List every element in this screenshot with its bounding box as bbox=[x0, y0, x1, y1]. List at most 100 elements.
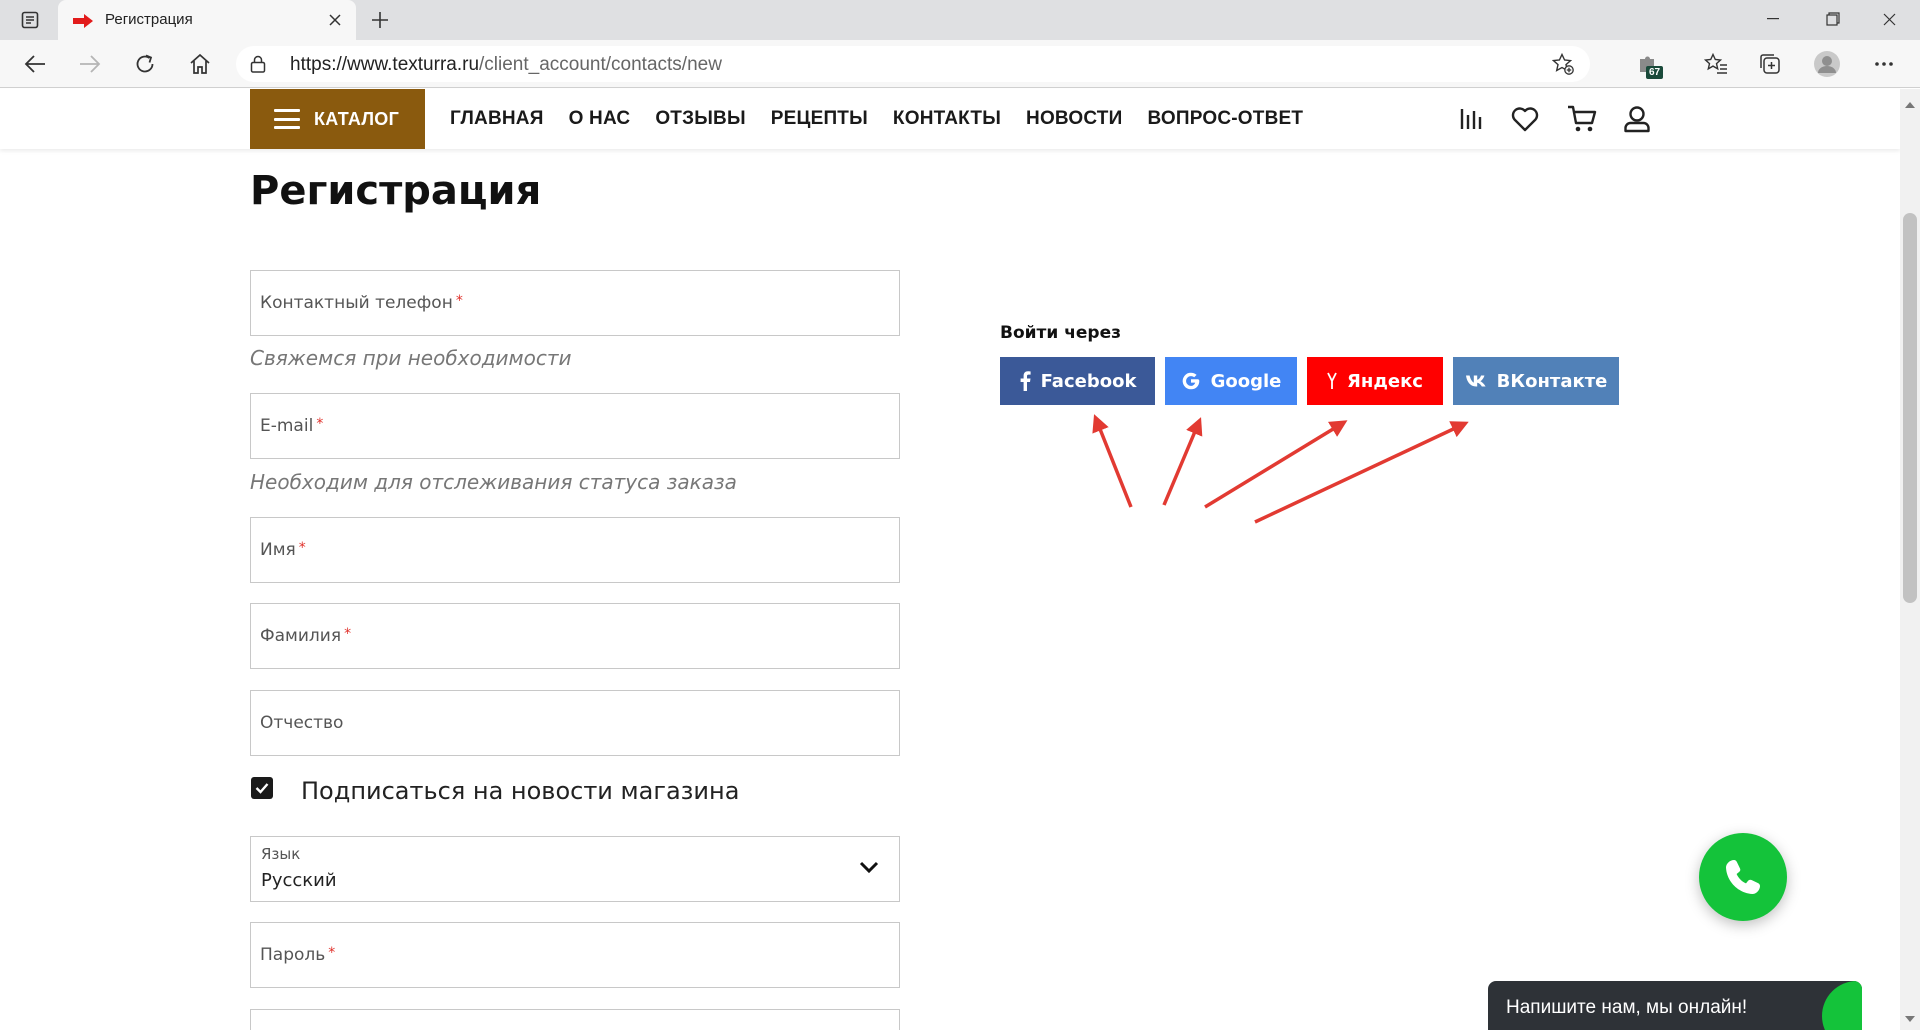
collections-icon[interactable] bbox=[1756, 50, 1784, 78]
language-label: Язык bbox=[261, 845, 301, 863]
first-name-placeholder: Имя * bbox=[260, 540, 306, 560]
nav-item-faq[interactable]: ВОПРОС-ОТВЕТ bbox=[1147, 108, 1303, 130]
required-mark: * bbox=[455, 293, 463, 309]
url-text: https://www.texturra.ru/client_account/c… bbox=[290, 54, 722, 76]
extension-icon[interactable]: 67 bbox=[1633, 50, 1664, 79]
tab-close-icon[interactable] bbox=[326, 11, 344, 29]
browser-toolbar: https://www.texturra.ru/client_account/c… bbox=[0, 40, 1920, 88]
url-host: https://www.texturra.ru bbox=[290, 54, 480, 75]
email-hint: Необходим для отслеживания статуса заказ… bbox=[250, 470, 737, 494]
password-confirm-field[interactable] bbox=[250, 1009, 900, 1030]
nav-item-recipes[interactable]: РЕЦЕПТЫ bbox=[771, 108, 868, 130]
catalog-button[interactable]: КАТАЛОГ bbox=[250, 89, 425, 149]
phone-placeholder-text: Контактный телефон bbox=[260, 293, 453, 313]
compare-icon[interactable] bbox=[1457, 104, 1487, 134]
minimize-icon[interactable] bbox=[1750, 4, 1796, 34]
google-icon bbox=[1181, 371, 1201, 391]
first-name-placeholder-text: Имя bbox=[260, 540, 296, 560]
required-mark: * bbox=[316, 416, 324, 432]
site-header: КАТАЛОГ ГЛАВНАЯ О НАС ОТЗЫВЫ РЕЦЕПТЫ КОН… bbox=[0, 89, 1900, 149]
vk-icon bbox=[1465, 374, 1487, 388]
middle-name-placeholder: Отчество bbox=[260, 713, 344, 733]
profile-avatar-icon[interactable] bbox=[1813, 50, 1841, 78]
social-login-title: Войти через bbox=[1000, 323, 1122, 343]
password-field[interactable]: Пароль * bbox=[250, 922, 900, 988]
callback-button[interactable] bbox=[1699, 833, 1787, 921]
first-name-field[interactable]: Имя * bbox=[250, 517, 900, 583]
back-arrow-icon[interactable] bbox=[21, 50, 49, 78]
language-value: Русский bbox=[261, 870, 337, 891]
annotation-arrow-yandex bbox=[1204, 420, 1348, 509]
favorites-icon[interactable] bbox=[1702, 50, 1730, 78]
email-placeholder: E-mail * bbox=[260, 416, 323, 436]
vk-login-button[interactable]: ВКонтакте bbox=[1453, 357, 1619, 405]
new-tab-icon[interactable] bbox=[368, 9, 392, 31]
checkmark-icon bbox=[255, 783, 269, 794]
language-select[interactable]: Язык Русский bbox=[250, 836, 900, 902]
email-field[interactable]: E-mail * bbox=[250, 393, 900, 459]
middle-name-field[interactable]: Отчество bbox=[250, 690, 900, 756]
phone-hint: Свяжемся при необходимости bbox=[250, 346, 572, 370]
page-title: Регистрация bbox=[250, 168, 542, 214]
home-icon[interactable] bbox=[186, 50, 214, 78]
scrollbar-thumb[interactable] bbox=[1903, 213, 1917, 603]
tab-title: Регистрация bbox=[105, 11, 193, 28]
hamburger-icon bbox=[274, 109, 300, 129]
annotation-arrow-vk bbox=[1254, 421, 1469, 524]
add-favorite-icon[interactable] bbox=[1551, 52, 1574, 75]
google-label: Google bbox=[1210, 370, 1282, 392]
last-name-placeholder-text: Фамилия bbox=[260, 626, 342, 646]
nav-item-contacts[interactable]: КОНТАКТЫ bbox=[893, 108, 1001, 130]
nav-item-news[interactable]: НОВОСТИ bbox=[1026, 108, 1122, 130]
facebook-icon bbox=[1019, 371, 1031, 391]
extension-badge: 67 bbox=[1646, 66, 1664, 79]
yandex-label: Яндекс bbox=[1347, 370, 1423, 392]
last-name-placeholder: Фамилия * bbox=[260, 626, 351, 646]
restore-icon[interactable] bbox=[1810, 4, 1856, 34]
phone-icon bbox=[1726, 860, 1760, 894]
phone-placeholder: Контактный телефон * bbox=[260, 293, 463, 313]
scroll-up-icon[interactable] bbox=[1905, 93, 1915, 112]
vk-label: ВКонтакте bbox=[1496, 370, 1608, 392]
main-nav: ГЛАВНАЯ О НАС ОТЗЫВЫ РЕЦЕПТЫ КОНТАКТЫ НО… bbox=[450, 89, 1303, 149]
annotation-arrow-facebook bbox=[1092, 414, 1133, 508]
nav-item-home[interactable]: ГЛАВНАЯ bbox=[450, 108, 544, 130]
scroll-down-icon[interactable] bbox=[1905, 1007, 1915, 1026]
cart-icon[interactable] bbox=[1567, 104, 1597, 134]
tab-actions-icon[interactable] bbox=[16, 9, 44, 31]
catalog-label: КАТАЛОГ bbox=[314, 108, 400, 129]
arrow-right-favicon-icon bbox=[72, 13, 94, 32]
page-scrollbar[interactable] bbox=[1900, 89, 1920, 1030]
subscribe-label[interactable]: Подписаться на новости магазина bbox=[301, 777, 739, 805]
browser-tab-active[interactable]: Регистрация bbox=[58, 0, 356, 40]
phone-field[interactable]: Контактный телефон * bbox=[250, 270, 900, 336]
forward-arrow-icon[interactable] bbox=[76, 50, 104, 78]
annotation-arrow-google bbox=[1162, 417, 1203, 506]
email-placeholder-text: E-mail bbox=[260, 416, 314, 436]
chevron-down-icon bbox=[859, 859, 879, 878]
refresh-icon[interactable] bbox=[131, 50, 159, 78]
yandex-login-button[interactable]: Яндекс bbox=[1307, 357, 1443, 405]
subscribe-checkbox[interactable] bbox=[251, 777, 273, 799]
required-mark: * bbox=[298, 540, 306, 556]
chat-widget-text: Напишите нам, мы онлайн! bbox=[1506, 997, 1748, 1018]
address-bar[interactable]: https://www.texturra.ru/client_account/c… bbox=[236, 46, 1590, 82]
nav-item-about[interactable]: О НАС bbox=[569, 108, 631, 130]
google-login-button[interactable]: Google bbox=[1165, 357, 1297, 405]
last-name-field[interactable]: Фамилия * bbox=[250, 603, 900, 669]
user-icon[interactable] bbox=[1622, 104, 1652, 134]
browser-tab-bar: Регистрация bbox=[0, 0, 1920, 40]
facebook-label: Facebook bbox=[1040, 370, 1137, 392]
window-close-icon[interactable] bbox=[1866, 4, 1912, 34]
nav-item-reviews[interactable]: ОТЗЫВЫ bbox=[655, 108, 745, 130]
more-menu-icon[interactable] bbox=[1870, 50, 1898, 78]
password-placeholder: Пароль * bbox=[260, 945, 335, 965]
heart-icon[interactable] bbox=[1510, 104, 1540, 134]
yandex-icon bbox=[1327, 372, 1337, 390]
password-placeholder-text: Пароль bbox=[260, 945, 326, 965]
lock-icon[interactable] bbox=[250, 55, 266, 77]
required-mark: * bbox=[344, 626, 352, 642]
facebook-login-button[interactable]: Facebook bbox=[1000, 357, 1155, 405]
chat-accent bbox=[1822, 981, 1862, 1030]
chat-widget[interactable]: Напишите нам, мы онлайн! bbox=[1488, 981, 1862, 1030]
